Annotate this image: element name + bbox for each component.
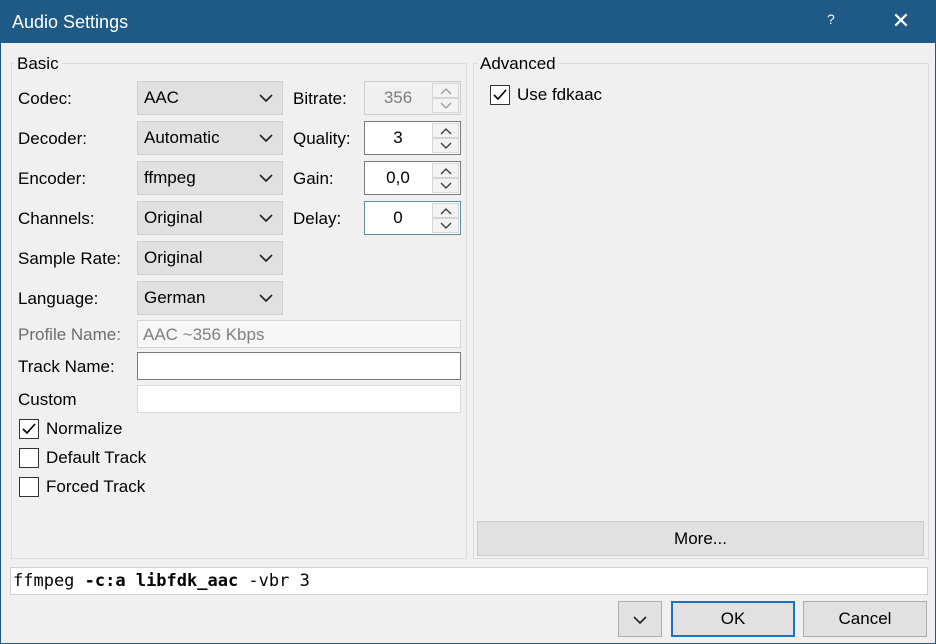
- chevron-down-icon: [259, 174, 273, 183]
- ok-button[interactable]: OK: [671, 601, 795, 637]
- decoder-dropdown[interactable]: Automatic: [137, 121, 283, 155]
- language-label: Language:: [18, 289, 99, 308]
- checkmark-icon: [493, 89, 507, 101]
- command-program: ffmpeg: [13, 571, 85, 591]
- gain-label: Gain:: [293, 169, 334, 188]
- title-bar: Audio Settings ? ✕: [1, 1, 935, 43]
- basic-group-title: Basic: [14, 54, 62, 74]
- chevron-down-icon: [259, 254, 273, 263]
- command-extra-args: -vbr 3: [238, 571, 310, 591]
- track-name-field[interactable]: [137, 352, 461, 380]
- gain-spin-buttons: [432, 163, 459, 193]
- delay-increment-button[interactable]: [432, 203, 459, 218]
- delay-spin-buttons: [432, 203, 459, 233]
- audio-settings-window: Audio Settings ? ✕ Basic Advanced Codec:…: [0, 0, 936, 644]
- profile-name-field[interactable]: AAC ~356 Kbps: [137, 320, 461, 348]
- bitrate-spinbox[interactable]: 356: [364, 81, 461, 115]
- default-track-checkbox[interactable]: Default Track: [19, 448, 179, 472]
- encoder-dropdown[interactable]: ffmpeg: [137, 161, 283, 195]
- chevron-down-icon: [440, 222, 452, 229]
- advanced-group: [473, 63, 929, 559]
- codec-value: AAC: [144, 88, 179, 107]
- bitrate-label: Bitrate:: [293, 89, 347, 108]
- delay-value: 0: [393, 208, 403, 227]
- forced-track-box: [19, 477, 39, 497]
- forced-track-label: Forced Track: [46, 477, 146, 496]
- advanced-group-title: Advanced: [477, 54, 559, 74]
- close-button[interactable]: ✕: [891, 9, 911, 33]
- delay-decrement-button[interactable]: [432, 218, 459, 233]
- chevron-down-icon: [440, 142, 452, 149]
- normalize-box: [19, 419, 39, 439]
- quality-decrement-button[interactable]: [432, 138, 459, 153]
- quality-spin-buttons: [432, 123, 459, 153]
- chevron-down-icon: [440, 102, 452, 109]
- sample-rate-value: Original: [144, 248, 203, 267]
- quality-spinbox[interactable]: 3: [364, 121, 461, 155]
- more-button[interactable]: More...: [477, 521, 924, 556]
- profile-name-label: Profile Name:: [18, 325, 121, 344]
- help-button[interactable]: ?: [827, 11, 835, 27]
- sample-rate-label: Sample Rate:: [18, 249, 121, 268]
- encoder-value: ffmpeg: [144, 168, 196, 187]
- decoder-value: Automatic: [144, 128, 220, 147]
- default-track-box: [19, 448, 39, 468]
- normalize-label: Normalize: [46, 419, 123, 438]
- chevron-up-icon: [440, 208, 452, 215]
- quality-increment-button[interactable]: [432, 123, 459, 138]
- custom-label: Custom: [18, 390, 77, 409]
- decoder-label: Decoder:: [18, 129, 87, 148]
- profile-name-value: AAC ~356 Kbps: [143, 325, 265, 344]
- chevron-down-icon: [633, 616, 647, 625]
- chevron-down-icon: [259, 294, 273, 303]
- bitrate-decrement-button[interactable]: [432, 98, 459, 113]
- command-codec-arg: -c:a libfdk_aac: [84, 571, 239, 591]
- codec-label: Codec:: [18, 89, 72, 108]
- chevron-down-icon: [259, 134, 273, 143]
- menu-dropdown-button[interactable]: [618, 601, 662, 637]
- gain-spinbox[interactable]: 0,0: [364, 161, 461, 195]
- channels-dropdown[interactable]: Original: [137, 201, 283, 235]
- bitrate-value: 356: [383, 88, 413, 107]
- custom-field[interactable]: [137, 385, 461, 413]
- cancel-button[interactable]: Cancel: [803, 601, 927, 637]
- chevron-down-icon: [440, 182, 452, 189]
- language-dropdown[interactable]: German: [137, 281, 283, 315]
- default-track-label: Default Track: [46, 448, 147, 467]
- bitrate-increment-button[interactable]: [432, 83, 459, 98]
- quality-label: Quality:: [293, 129, 351, 148]
- gain-increment-button[interactable]: [432, 163, 459, 178]
- window-title: Audio Settings: [12, 12, 129, 32]
- use-fdkaac-box: [490, 85, 510, 105]
- command-line-preview[interactable]: ffmpeg -c:a libfdk_aac -vbr 3: [10, 567, 928, 595]
- channels-value: Original: [144, 208, 203, 227]
- gain-decrement-button[interactable]: [432, 178, 459, 193]
- bitrate-spin-buttons: [432, 83, 459, 113]
- quality-value: 3: [393, 128, 403, 147]
- delay-label: Delay:: [293, 209, 342, 228]
- forced-track-checkbox[interactable]: Forced Track: [19, 477, 179, 501]
- use-fdkaac-label: Use fdkaac: [517, 85, 603, 104]
- normalize-checkbox[interactable]: Normalize: [19, 419, 159, 443]
- use-fdkaac-checkbox[interactable]: Use fdkaac: [490, 85, 640, 109]
- channels-label: Channels:: [18, 209, 95, 228]
- track-name-label: Track Name:: [18, 357, 115, 376]
- chevron-down-icon: [259, 214, 273, 223]
- chevron-up-icon: [440, 168, 452, 175]
- gain-value: 0,0: [386, 168, 410, 187]
- sample-rate-dropdown[interactable]: Original: [137, 241, 283, 275]
- checkmark-icon: [22, 423, 36, 435]
- codec-dropdown[interactable]: AAC: [137, 81, 283, 115]
- chevron-down-icon: [259, 94, 273, 103]
- language-value: German: [144, 288, 206, 307]
- chevron-up-icon: [440, 128, 452, 135]
- encoder-label: Encoder:: [18, 169, 87, 188]
- delay-spinbox[interactable]: 0: [364, 201, 461, 235]
- chevron-up-icon: [440, 88, 452, 95]
